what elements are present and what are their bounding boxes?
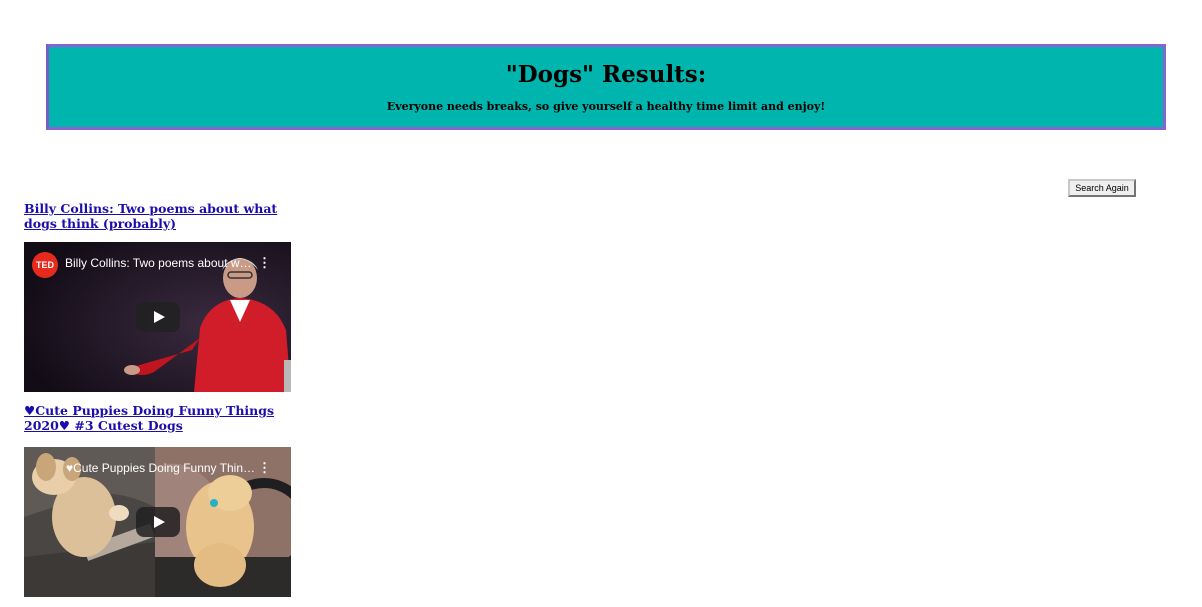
more-options-icon[interactable]: ⋮ <box>258 256 271 269</box>
play-button-icon[interactable] <box>136 302 180 332</box>
result-link-2[interactable]: ♥Cute Puppies Doing Funny Things 2020♥ #… <box>24 403 304 433</box>
video-player-1[interactable]: TED Billy Collins: Two poems about what … <box>24 242 291 392</box>
video-player-2[interactable]: ♥Cute Puppies Doing Funny Things 2020♥ #… <box>24 447 291 597</box>
result-link-1[interactable]: Billy Collins: Two poems about what dogs… <box>24 201 304 231</box>
play-button-icon[interactable] <box>136 507 180 537</box>
page-subtitle: Everyone needs breaks, so give yourself … <box>386 100 826 113</box>
video-title-2[interactable]: ♥Cute Puppies Doing Funny Things 2020♥ #… <box>66 461 256 475</box>
more-options-icon[interactable]: ⋮ <box>258 461 271 474</box>
results-header: "Dogs" Results: Everyone needs breaks, s… <box>46 44 1166 130</box>
ted-channel-icon[interactable]: TED <box>32 252 58 278</box>
video-title-1[interactable]: Billy Collins: Two poems about what dogs… <box>65 256 255 270</box>
search-again-button[interactable]: Search Again <box>1068 179 1136 197</box>
page-title: "Dogs" Results: <box>505 61 707 88</box>
